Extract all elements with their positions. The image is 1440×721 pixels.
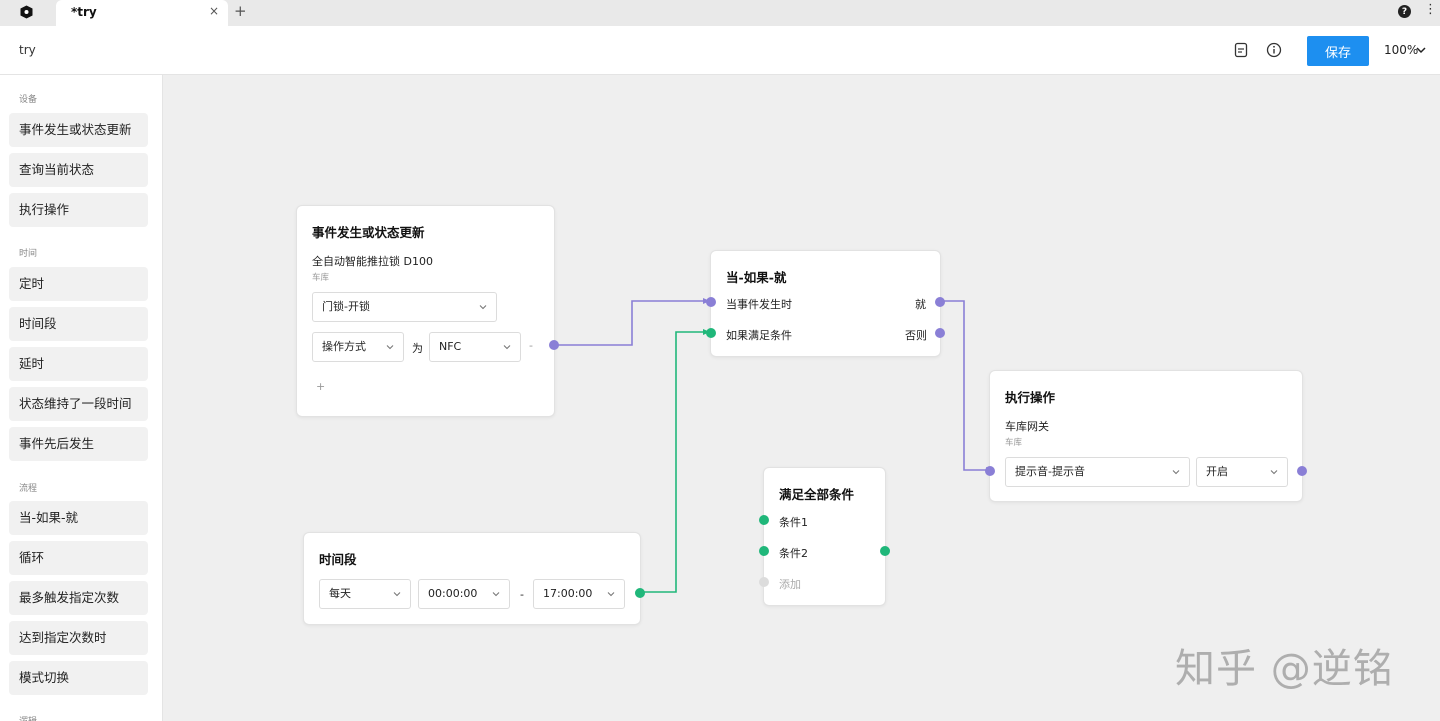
trigger-select-value: 门锁-开锁 bbox=[322, 300, 370, 313]
output-port-else[interactable] bbox=[935, 328, 945, 338]
node-title: 事件发生或状态更新 bbox=[312, 225, 425, 240]
range-separator: - bbox=[520, 588, 524, 601]
device-name: 全自动智能推拉锁 D100 bbox=[312, 255, 433, 268]
app-logo-icon[interactable] bbox=[19, 4, 34, 19]
palette-item-query-state[interactable]: 查询当前状态 bbox=[9, 153, 148, 187]
node-title: 执行操作 bbox=[1005, 390, 1056, 405]
value-select-value: NFC bbox=[439, 340, 462, 353]
palette-item-timer[interactable]: 定时 bbox=[9, 267, 148, 301]
end-time-value: 17:00:00 bbox=[543, 587, 593, 600]
tab-try[interactable]: *try × bbox=[56, 0, 228, 26]
chevron-down-icon bbox=[607, 592, 615, 597]
palette-item-execute[interactable]: 执行操作 bbox=[9, 193, 148, 227]
node-title: 满足全部条件 bbox=[779, 487, 855, 502]
value-select[interactable]: NFC bbox=[429, 332, 521, 362]
palette-item-delay[interactable]: 延时 bbox=[9, 347, 148, 381]
palette-item-max-trigger[interactable]: 最多触发指定次数 bbox=[9, 581, 148, 615]
input-port-if[interactable] bbox=[706, 328, 716, 338]
condition-label: 条件1 bbox=[779, 516, 808, 529]
tab-bar: *try × + ? ⋮ bbox=[0, 0, 1440, 26]
input-port-cond2[interactable] bbox=[759, 546, 769, 556]
palette-item-reach-count[interactable]: 达到指定次数时 bbox=[9, 621, 148, 655]
param-select-value: 操作方式 bbox=[322, 340, 366, 353]
note-icon[interactable] bbox=[1233, 42, 1249, 58]
node-title: 当-如果-就 bbox=[726, 270, 787, 285]
palette-item-event[interactable]: 事件发生或状态更新 bbox=[9, 113, 148, 147]
param-select[interactable]: 操作方式 bbox=[312, 332, 404, 362]
palette-item-state-duration[interactable]: 状态维持了一段时间 bbox=[9, 387, 148, 421]
node-palette-sidebar: 设备 事件发生或状态更新 查询当前状态 执行操作 时间 定时 时间段 延时 状态… bbox=[0, 75, 163, 721]
help-icon[interactable]: ? bbox=[1398, 5, 1411, 18]
header: try 保存 100% bbox=[0, 26, 1440, 75]
start-time-select[interactable]: 00:00:00 bbox=[418, 579, 510, 609]
device-name: 车库网关 bbox=[1005, 420, 1049, 433]
room-name: 车库 bbox=[312, 273, 330, 283]
operator-label: 为 bbox=[412, 342, 423, 355]
section-title-time: 时间 bbox=[19, 249, 38, 259]
room-name: 车库 bbox=[1005, 438, 1023, 448]
end-time-select[interactable]: 17:00:00 bbox=[533, 579, 625, 609]
action-select-value: 提示音-提示音 bbox=[1015, 465, 1085, 478]
input-label-when: 当事件发生时 bbox=[726, 298, 792, 311]
palette-item-when-if-then[interactable]: 当-如果-就 bbox=[9, 501, 148, 535]
node-execute-action[interactable]: 执行操作 车库网关 车库 提示音-提示音 开启 bbox=[985, 370, 1307, 502]
section-title-flow: 流程 bbox=[19, 484, 38, 494]
palette-item-event-sequence[interactable]: 事件先后发生 bbox=[9, 427, 148, 461]
node-title: 时间段 bbox=[319, 552, 357, 567]
watermark: 知乎 @逆铭 bbox=[1175, 646, 1394, 692]
chevron-down-icon bbox=[393, 592, 401, 597]
action-value-select[interactable]: 开启 bbox=[1196, 457, 1288, 487]
more-menu-icon[interactable]: ⋮ bbox=[1424, 3, 1437, 16]
document-name[interactable]: try bbox=[19, 43, 36, 57]
tab-title: *try bbox=[71, 5, 97, 19]
chevron-down-icon bbox=[1270, 470, 1278, 475]
input-port[interactable] bbox=[985, 466, 995, 476]
node-event-trigger[interactable]: 事件发生或状态更新 全自动智能推拉锁 D100 车库 门锁-开锁 操作方式 为 … bbox=[296, 205, 559, 417]
input-port-when[interactable] bbox=[706, 297, 716, 307]
add-condition-icon[interactable]: + bbox=[316, 380, 325, 393]
repeat-select-value: 每天 bbox=[329, 587, 351, 600]
chevron-down-icon[interactable] bbox=[1415, 45, 1427, 55]
input-label-if: 如果满足条件 bbox=[726, 329, 792, 342]
tab-close-icon[interactable]: × bbox=[209, 4, 219, 18]
output-port[interactable] bbox=[1297, 466, 1307, 476]
action-value-select-value: 开启 bbox=[1206, 465, 1228, 478]
zoom-level[interactable]: 100% bbox=[1384, 43, 1418, 57]
output-port[interactable] bbox=[635, 588, 645, 598]
section-title-device: 设备 bbox=[19, 95, 38, 105]
palette-item-loop[interactable]: 循环 bbox=[9, 541, 148, 575]
input-port-cond1[interactable] bbox=[759, 515, 769, 525]
action-select[interactable]: 提示音-提示音 bbox=[1005, 457, 1190, 487]
wire-event-to-when bbox=[552, 300, 710, 346]
output-label-then: 就 bbox=[915, 298, 926, 311]
chevron-down-icon bbox=[1172, 470, 1180, 475]
connection-wires bbox=[552, 298, 993, 593]
section-title-logic: 逻辑 bbox=[19, 714, 37, 721]
start-time-value: 00:00:00 bbox=[428, 587, 478, 600]
output-port[interactable] bbox=[549, 340, 559, 350]
chevron-down-icon bbox=[386, 345, 394, 350]
add-condition-port[interactable] bbox=[759, 577, 769, 587]
repeat-select[interactable]: 每天 bbox=[319, 579, 411, 609]
add-tab-icon[interactable]: + bbox=[234, 2, 247, 20]
chevron-down-icon bbox=[492, 592, 500, 597]
save-button[interactable]: 保存 bbox=[1307, 36, 1369, 66]
chevron-down-icon bbox=[479, 305, 487, 310]
node-when-if-then[interactable]: 当-如果-就 当事件发生时 如果满足条件 就 否则 bbox=[706, 250, 945, 357]
add-condition-label[interactable]: 添加 bbox=[779, 576, 801, 592]
node-all-conditions[interactable]: 满足全部条件 条件1 条件2 添加 bbox=[759, 467, 890, 606]
palette-item-time-range[interactable]: 时间段 bbox=[9, 307, 148, 341]
wire-then-to-action bbox=[938, 300, 993, 471]
output-label-else: 否则 bbox=[905, 329, 927, 342]
wire-time-to-if bbox=[638, 331, 710, 593]
info-icon[interactable] bbox=[1266, 42, 1282, 58]
node-time-range[interactable]: 时间段 每天 00:00:00 - 17:00:00 bbox=[303, 532, 645, 625]
condition-label: 条件2 bbox=[779, 547, 808, 560]
output-port-then[interactable] bbox=[935, 297, 945, 307]
trigger-select[interactable]: 门锁-开锁 bbox=[312, 292, 497, 322]
chevron-down-icon bbox=[503, 345, 511, 350]
remove-condition-icon[interactable]: - bbox=[529, 339, 533, 352]
output-port[interactable] bbox=[880, 546, 890, 556]
palette-item-mode-switch[interactable]: 模式切换 bbox=[9, 661, 148, 695]
